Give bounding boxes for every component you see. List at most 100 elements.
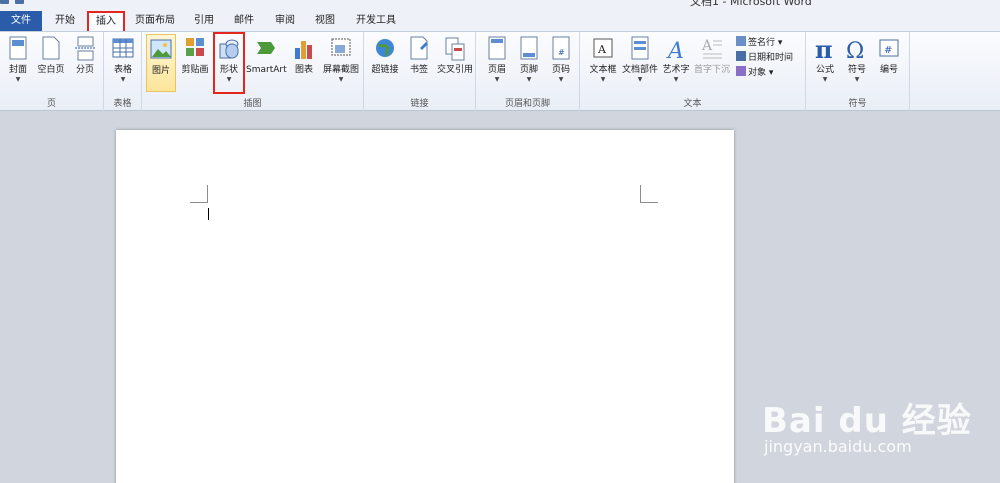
- number-button[interactable]: # 编号: [874, 34, 904, 92]
- chevron-down-icon: ▼: [15, 76, 21, 83]
- tab-view[interactable]: 视图: [313, 11, 337, 31]
- clipart-button[interactable]: 剪贴画: [180, 34, 210, 92]
- quick-parts-icon: [631, 36, 649, 60]
- watermark-logo: Bai du 经验: [762, 401, 972, 441]
- object-button[interactable]: 对象 ▾: [736, 66, 773, 78]
- globe-icon: [376, 39, 394, 57]
- symbol-button[interactable]: Ω 符号 ▼: [842, 34, 872, 92]
- quick-parts-button[interactable]: 文档部件 ▼: [622, 34, 658, 92]
- chart-button[interactable]: 图表: [289, 34, 319, 92]
- table-button[interactable]: 表格 ▼: [108, 34, 138, 92]
- group-tables: 表格 ▼ 表格: [104, 32, 142, 111]
- hyperlink-button[interactable]: 超链接: [368, 34, 402, 92]
- omega-icon: Ω: [846, 39, 864, 62]
- tab-file[interactable]: 文件: [0, 11, 42, 31]
- document-page[interactable]: [116, 130, 734, 483]
- svg-text:#: #: [558, 48, 565, 57]
- chevron-down-icon: ▼: [494, 76, 500, 83]
- picture-button[interactable]: 图片: [146, 34, 176, 92]
- tab-developer[interactable]: 开发工具: [354, 11, 398, 31]
- equation-button[interactable]: π 公式 ▼: [810, 34, 840, 92]
- word-icon[interactable]: [0, 0, 9, 4]
- chevron-down-icon: ▼: [600, 76, 606, 83]
- screenshot-button[interactable]: 屏幕截图 ▼: [322, 34, 360, 92]
- text-cursor: [208, 208, 209, 220]
- title-bar: 文档1 - Microsoft Word: [0, 0, 1000, 8]
- wordart-button[interactable]: A 艺术字 ▼: [660, 34, 692, 92]
- chevron-down-icon: ▼: [854, 76, 860, 83]
- cross-reference-button[interactable]: 交叉引用: [436, 34, 474, 92]
- svg-text:π: π: [815, 36, 833, 62]
- svg-text:A: A: [597, 43, 607, 56]
- footer-icon: [520, 36, 538, 60]
- calendar-icon: [736, 51, 746, 61]
- clipart-icon: [186, 38, 204, 56]
- footer-button[interactable]: 页脚 ▼: [514, 34, 544, 92]
- number-icon: #: [879, 39, 899, 57]
- tab-review[interactable]: 审阅: [273, 11, 297, 31]
- picture-icon: [150, 39, 172, 59]
- page-break-button[interactable]: 分页: [70, 34, 100, 92]
- blank-page-button[interactable]: 空白页: [35, 34, 67, 92]
- page-number-button[interactable]: # 页码 ▼: [546, 34, 576, 92]
- chevron-down-icon: ▼: [120, 76, 126, 83]
- table-icon: [112, 38, 134, 58]
- chevron-down-icon: ▼: [822, 76, 828, 83]
- cover-button[interactable]: 封面 ▼: [3, 34, 33, 92]
- tab-references[interactable]: 引用: [192, 11, 216, 31]
- signature-line-button[interactable]: 签名行 ▾: [736, 36, 782, 48]
- shapes-button[interactable]: 形状 ▼: [213, 32, 245, 94]
- tab-mailings[interactable]: 邮件: [232, 11, 256, 31]
- wordart-icon: A: [666, 39, 684, 62]
- page-number-icon: #: [552, 36, 570, 60]
- cross-reference-icon: [445, 37, 465, 61]
- object-icon: [736, 66, 746, 76]
- screenshot-icon: [331, 38, 351, 56]
- textbox-icon: A: [593, 38, 613, 58]
- smartart-icon: [257, 42, 275, 54]
- save-icon[interactable]: [15, 0, 24, 4]
- date-time-button[interactable]: 日期和时间: [736, 51, 793, 63]
- tab-insert[interactable]: 插入: [87, 11, 125, 32]
- group-pages: 封面 ▼ 空白页 分页 页: [0, 32, 104, 111]
- chevron-down-icon: ▼: [673, 76, 679, 83]
- cover-icon: [9, 36, 27, 60]
- margin-mark-left: [190, 185, 208, 203]
- chevron-down-icon: ▼: [226, 76, 232, 83]
- signature-icon: [736, 36, 746, 46]
- header-button[interactable]: 页眉 ▼: [482, 34, 512, 92]
- baidu-watermark: Bai du 经验 jingyan.baidu.com: [752, 375, 992, 475]
- chevron-down-icon: ▼: [526, 76, 532, 83]
- dropcap-button[interactable]: A 首字下沉: [694, 34, 730, 92]
- ribbon-tabs: 文件 开始 插入 页面布局 引用 邮件 审阅 视图 开发工具: [0, 8, 1000, 32]
- svg-text:A: A: [701, 38, 713, 54]
- dropcap-icon: A: [701, 38, 722, 59]
- group-links: 超链接 书签 交叉引用 链接: [364, 32, 476, 111]
- tab-home[interactable]: 开始: [52, 11, 78, 31]
- bookmark-icon: [410, 36, 428, 60]
- quick-access-toolbar: [0, 0, 24, 6]
- chevron-down-icon: ▼: [558, 76, 564, 83]
- watermark-url: jingyan.baidu.com: [764, 437, 912, 456]
- chevron-down-icon: ▼: [338, 76, 344, 83]
- header-icon: [488, 36, 506, 60]
- bookmark-button[interactable]: 书签: [404, 34, 434, 92]
- svg-text:#: #: [884, 45, 892, 56]
- ribbon: 封面 ▼ 空白页 分页 页 表格 ▼ 表格 图片 剪贴画 形状 ▼ SmartA…: [0, 31, 1000, 111]
- margin-mark-right: [640, 185, 658, 203]
- group-header-footer: 页眉 ▼ 页脚 ▼ # 页码 ▼ 页眉和页脚: [476, 32, 580, 111]
- svg-text:A: A: [666, 39, 684, 62]
- group-illustrations: 图片 剪贴画 形状 ▼ SmartArt 图表 屏幕截图 ▼ 插图: [142, 32, 364, 111]
- chevron-down-icon: ▼: [637, 76, 643, 83]
- svg-text:Ω: Ω: [846, 39, 864, 62]
- smartart-button[interactable]: SmartArt: [246, 34, 287, 92]
- textbox-button[interactable]: A 文本框 ▼: [586, 34, 620, 92]
- shapes-icon: [219, 39, 239, 59]
- page-break-icon: [75, 36, 95, 61]
- group-text: A 文本框 ▼ 文档部件 ▼ A 艺术字 ▼ A 首字下沉 签名行 ▾ 日期和时…: [580, 32, 806, 111]
- chart-icon: [295, 41, 312, 59]
- group-symbols: π 公式 ▼ Ω 符号 ▼ # 编号 符号: [806, 32, 910, 111]
- window-title: 文档1 - Microsoft Word: [690, 0, 812, 8]
- tab-page-layout[interactable]: 页面布局: [134, 11, 176, 31]
- blank-page-icon: [42, 36, 60, 60]
